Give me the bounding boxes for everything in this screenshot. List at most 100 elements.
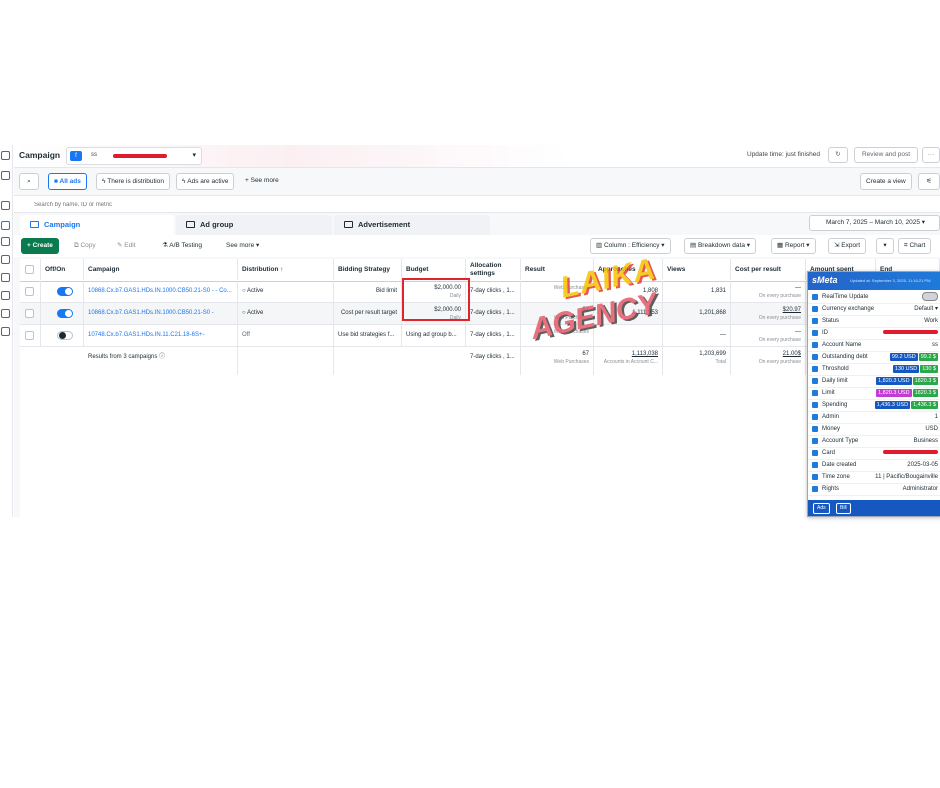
nav-people-icon[interactable] xyxy=(1,255,10,264)
account-selector[interactable]: f ss ▾ xyxy=(66,147,202,165)
create-button[interactable]: + Create xyxy=(21,238,59,254)
nav-settings-icon[interactable] xyxy=(1,309,10,318)
copy-button[interactable]: ⧉ Copy xyxy=(74,238,96,254)
chart-button[interactable]: ⌗ Chart xyxy=(898,238,932,254)
panel-row-value[interactable] xyxy=(922,291,938,303)
folder-icon xyxy=(30,221,39,228)
filter-settings-button[interactable]: ⚟ xyxy=(918,173,940,190)
campaign-name-link[interactable]: 10868.Cx.b7.GAS1.HDs.IN.1000.CB50.21-S0 … xyxy=(84,281,238,302)
panel-amount-pill: 99.2 USD xyxy=(889,353,918,361)
info-icon: ⓘ xyxy=(159,354,166,360)
nav-edit-icon[interactable] xyxy=(1,171,10,180)
totals-blank xyxy=(238,347,334,375)
panel-row: Rights Administrator xyxy=(808,483,940,496)
totals-label-text: Results from 3 campaigns xyxy=(88,354,158,360)
campaign-toggle[interactable] xyxy=(57,331,73,340)
cpr-basis: On every purchase xyxy=(758,315,801,321)
campaign-name-link[interactable]: 10748.Cx.b7.GAS1.HDs.IN.11.C21.18-6S+- xyxy=(84,325,238,346)
campaign-toggle[interactable] xyxy=(57,287,73,296)
nav-document-icon[interactable] xyxy=(1,237,10,246)
panel-row-icon xyxy=(812,342,818,348)
distribution-status: Active xyxy=(246,288,264,294)
cpr-value: — xyxy=(795,329,801,335)
campaign-toggle[interactable] xyxy=(57,309,73,318)
copy-label: Copy xyxy=(80,242,96,249)
filter-there-is-distribution[interactable]: ϟ There is distribution xyxy=(96,173,170,190)
top-bar: Campaign f ss ▾ Update time: just finish… xyxy=(14,145,940,168)
create-view-button[interactable]: Create a view xyxy=(860,173,912,190)
filter-all-ads[interactable]: ■ All ads xyxy=(48,173,87,190)
export-button[interactable]: ⇲ Export xyxy=(828,238,867,254)
tab-advertisement[interactable]: Advertisement xyxy=(334,215,490,235)
panel-row-value: Business xyxy=(913,438,938,444)
col-off-on[interactable]: Off/On xyxy=(41,259,84,280)
tab-ad-group[interactable]: Ad group xyxy=(176,215,332,235)
main-area: Campaign f ss ▾ Update time: just finish… xyxy=(14,145,940,517)
panel-row-icon xyxy=(812,366,818,372)
table-row[interactable]: 10748.Cx.b7.GAS1.HDs.IN.11.C21.18-6S+- O… xyxy=(20,325,940,347)
panel-bill-button[interactable]: Bill xyxy=(836,503,851,514)
breakdown-button[interactable]: ▤ Breakdown data ▾ xyxy=(684,238,757,254)
panel-ads-button[interactable]: Ads xyxy=(813,503,830,514)
tab-campaign[interactable]: Campaign xyxy=(20,215,174,235)
col-budget[interactable]: Budget xyxy=(402,259,466,280)
row-checkbox[interactable] xyxy=(25,287,34,296)
col-distribution[interactable]: Distribution ↑ xyxy=(238,259,334,280)
panel-row-key: Rights xyxy=(822,486,840,492)
realtime-toggle[interactable] xyxy=(922,291,938,301)
panel-row-key: Currency exchange xyxy=(822,306,875,312)
row-checkbox[interactable] xyxy=(25,331,34,340)
bidding-cell: Use bid strategies f... xyxy=(334,325,402,346)
nav-table-icon[interactable] xyxy=(1,221,10,230)
date-range-label: March 7, 2025 – March 10, 2025 xyxy=(826,219,920,226)
panel-row-value: 2025-03-05 xyxy=(907,462,938,468)
table-row[interactable]: 10868.Cx.b7.GAS1.HDs.IN.1000.CB50.21-S0 … xyxy=(20,281,940,303)
nav-menu-icon[interactable] xyxy=(1,327,10,336)
select-all-checkbox[interactable] xyxy=(25,265,34,274)
filter-ads-are-active[interactable]: ϟ Ads are active xyxy=(176,173,235,190)
date-range-picker[interactable]: March 7, 2025 – March 10, 2025 ▾ xyxy=(809,215,940,231)
table-row[interactable]: 10868.Cx.b7.GAS1.HDs.IN.1000.CB50.21-S0 … xyxy=(20,303,940,325)
ab-testing-button[interactable]: ⚗ A/B Testing xyxy=(162,238,202,254)
panel-row-icon xyxy=(812,330,818,336)
nav-meta-icon[interactable] xyxy=(1,151,10,160)
review-publish-button[interactable]: Review and post xyxy=(854,147,918,163)
panel-row-value[interactable]: Default ▾ xyxy=(914,303,938,315)
report-button[interactable]: ▦ Report ▾ xyxy=(771,238,816,254)
panel-row-icon xyxy=(812,402,818,408)
columns-button[interactable]: ▥ Column : Efficiency ▾ xyxy=(590,238,671,254)
grid-icon xyxy=(186,221,195,228)
edit-button[interactable]: ✎ Edit xyxy=(117,238,135,254)
nav-gauge-icon[interactable] xyxy=(1,201,10,210)
distribution-cell: ○ Active xyxy=(238,281,334,302)
see-more-button[interactable]: See more ▾ xyxy=(226,238,259,254)
export-dropdown-button[interactable]: ▾ xyxy=(876,238,894,254)
refresh-icon: ↻ xyxy=(835,151,841,158)
search-input[interactable] xyxy=(32,198,636,211)
col-allocation[interactable]: Allocation settings xyxy=(466,259,521,280)
search-toggle-button[interactable]: ⌕ xyxy=(19,173,39,190)
filter-see-more[interactable]: + See more xyxy=(240,173,284,190)
edit-label: Edit xyxy=(124,242,136,249)
sliders-icon: ⚟ xyxy=(926,178,932,185)
col-campaign[interactable]: Campaign xyxy=(84,259,238,280)
panel-amount-pill: 1820.3 $ xyxy=(912,377,938,385)
panel-row-icon xyxy=(812,390,818,396)
panel-amount-pill: 1,436.3 USD xyxy=(874,401,911,409)
refresh-button[interactable]: ↻ xyxy=(828,147,848,163)
col-bidding-strategy[interactable]: Bidding Strategy xyxy=(334,259,402,280)
budget-cell[interactable]: Using ad group b... xyxy=(402,325,466,346)
table-header-row: Off/On Campaign Distribution ↑ Bidding S… xyxy=(20,259,940,282)
nav-megaphone-icon[interactable] xyxy=(1,273,10,282)
campaign-name-link[interactable]: 10868.Cx.b7.GAS1.HDs.IN.1000.CB50.21-S0 … xyxy=(84,303,238,324)
nav-billing-icon[interactable] xyxy=(1,291,10,300)
toggle-cell xyxy=(41,281,84,302)
panel-row-value: 99.2 USD 99.2 $ xyxy=(889,351,938,363)
panel-row-key: Card xyxy=(822,450,836,456)
ad-icon xyxy=(344,221,353,228)
col-cost-per-result[interactable]: Cost per result xyxy=(731,259,806,280)
cpr-basis: On every purchase xyxy=(758,293,801,299)
row-checkbox[interactable] xyxy=(25,309,34,318)
more-options-button[interactable]: ··· xyxy=(922,147,940,163)
panel-row-icon xyxy=(812,462,818,468)
